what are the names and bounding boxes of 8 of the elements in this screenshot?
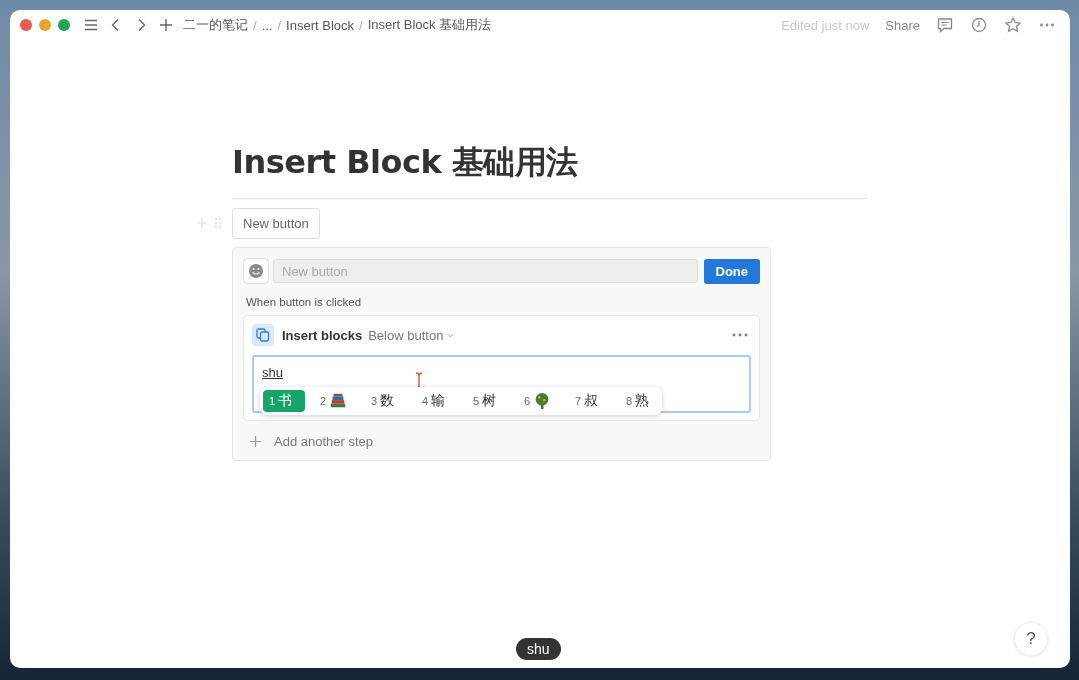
breadcrumb-separator: / xyxy=(359,17,363,33)
trigger-label: When button is clicked xyxy=(246,296,363,308)
breadcrumb-separator: / xyxy=(277,17,282,33)
page-title: Insert Block 基础用法 xyxy=(232,142,579,183)
composition-text: shu xyxy=(262,365,283,380)
keystroke-badge: shu xyxy=(516,638,561,660)
breadcrumb-separator: / xyxy=(253,17,257,33)
step-action: Insert blocks xyxy=(282,327,363,343)
